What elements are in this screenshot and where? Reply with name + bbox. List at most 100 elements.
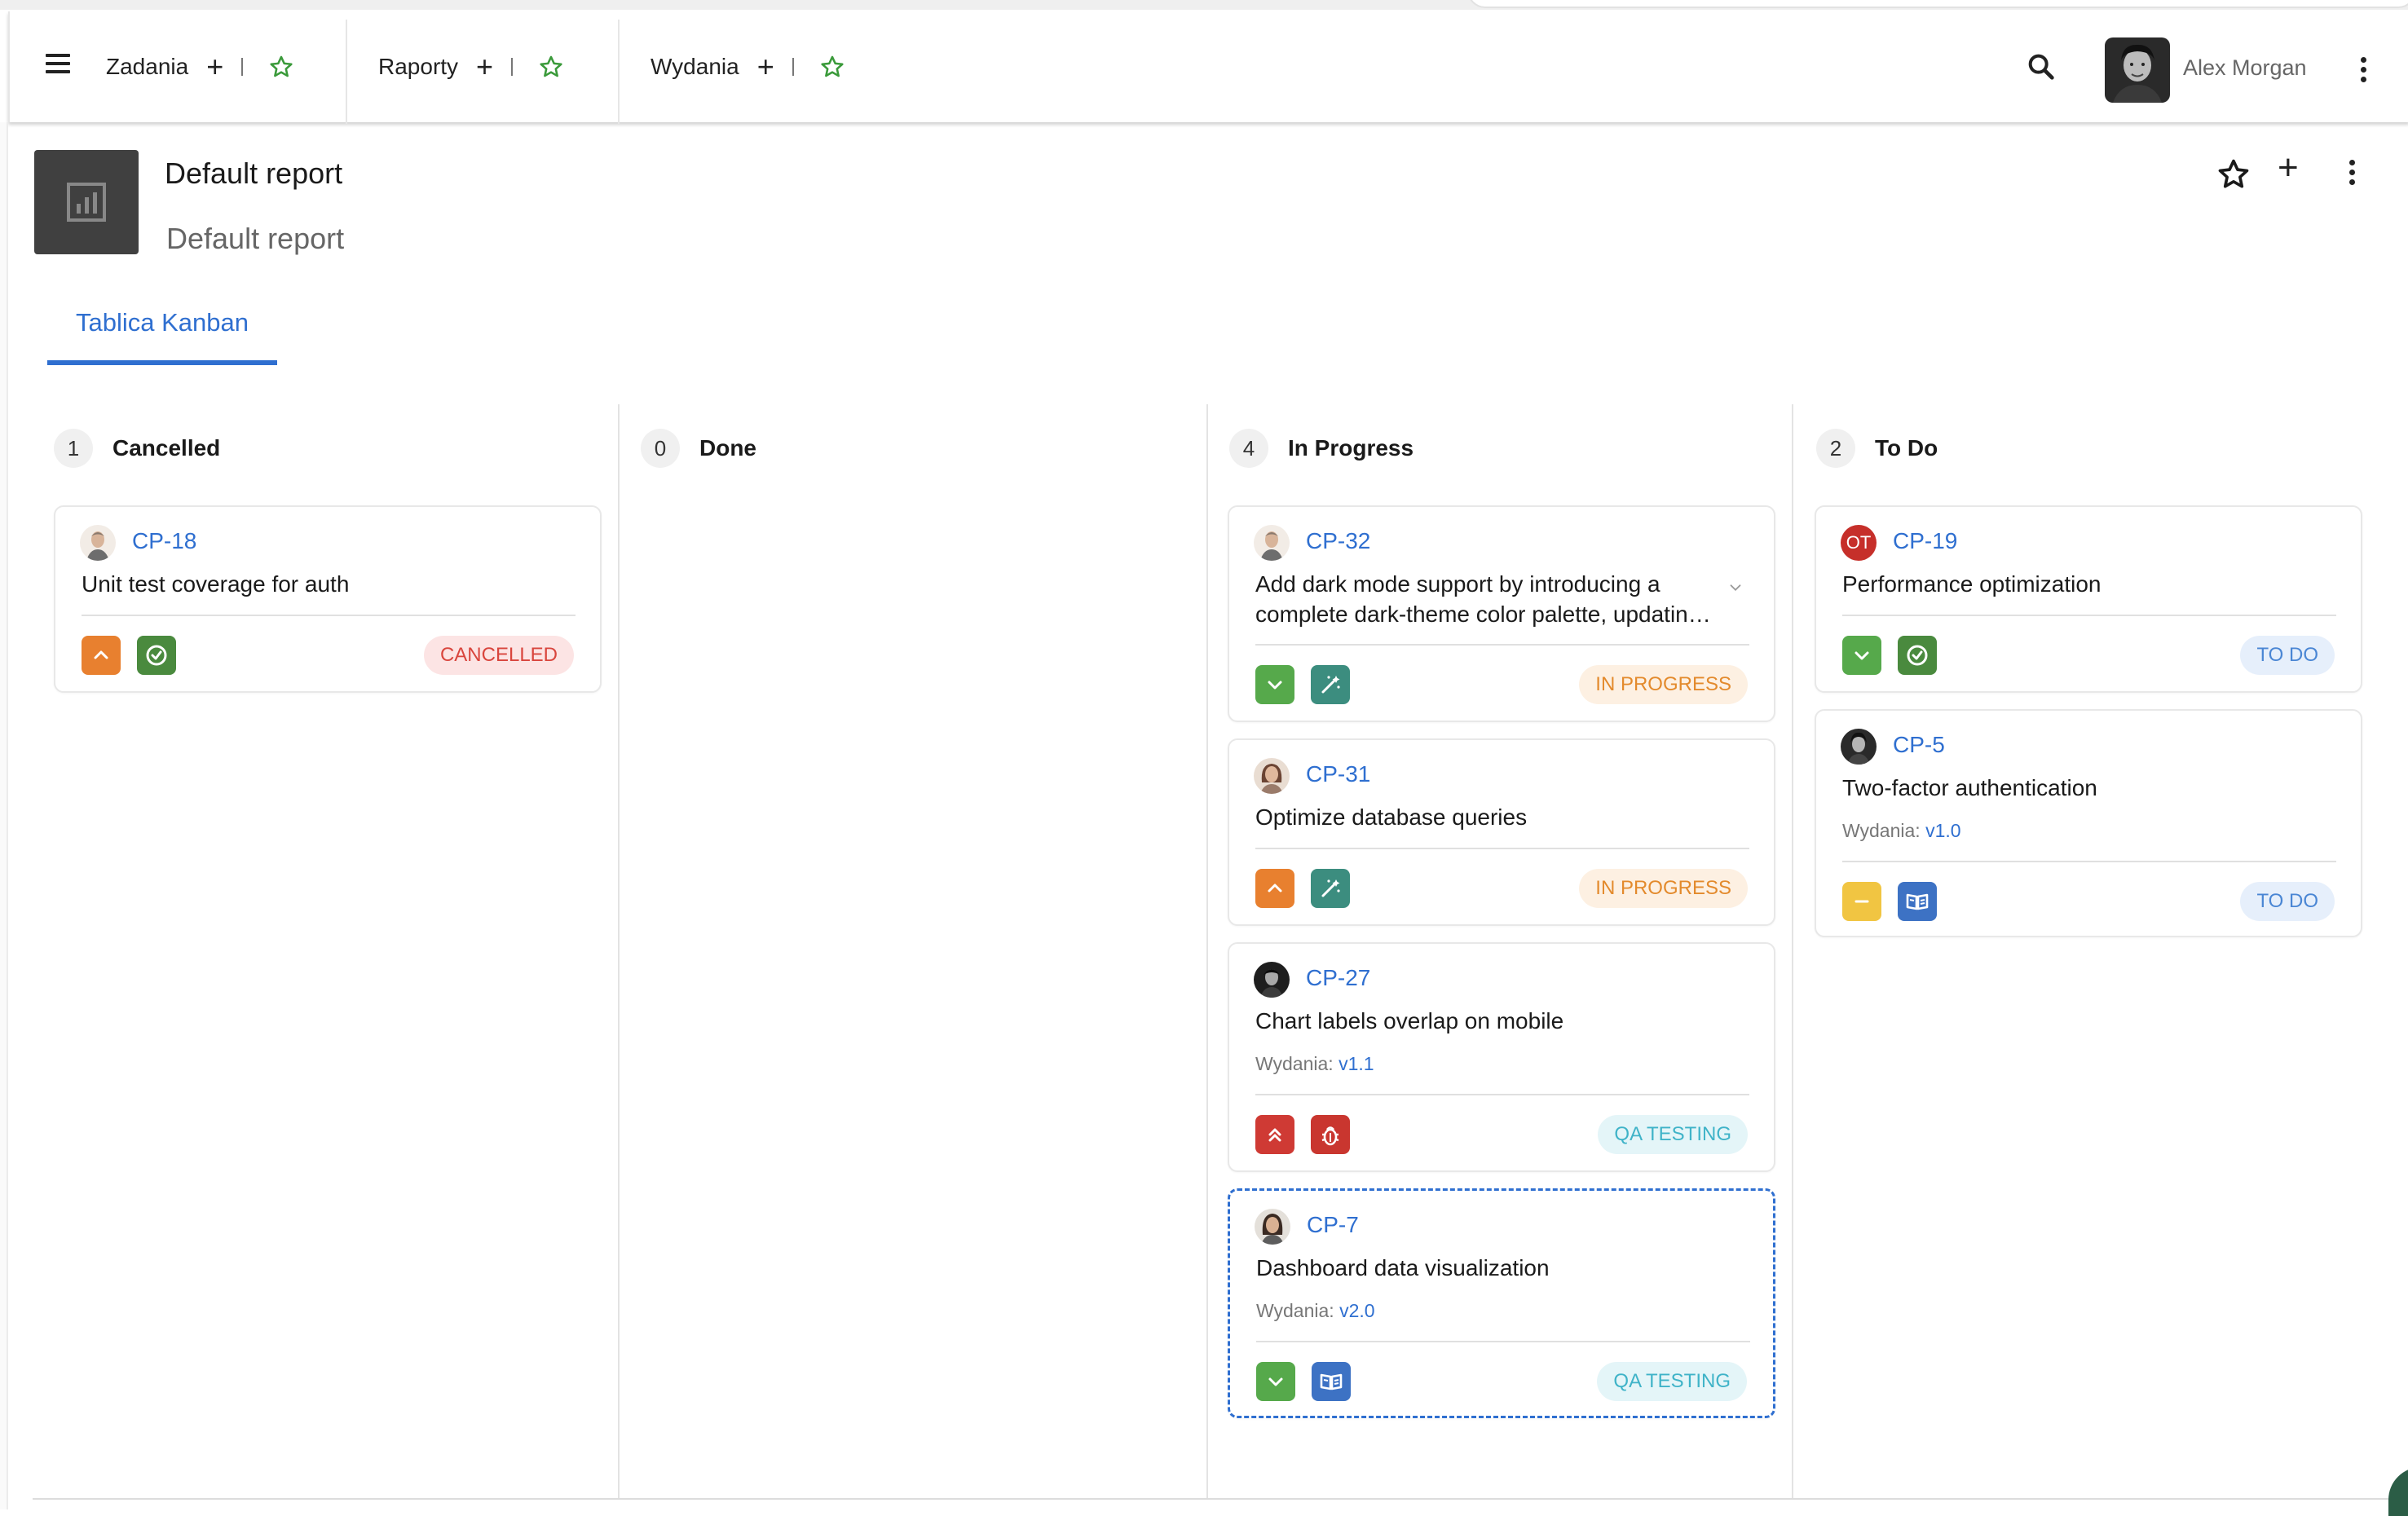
nav-wydania-star-icon[interactable]	[818, 53, 846, 81]
nav-zadania-link[interactable]: Zadania	[106, 54, 188, 80]
nav-divider	[792, 58, 794, 76]
release-label: Wydania:	[1256, 1300, 1334, 1321]
assignee-avatar	[1254, 962, 1290, 998]
status-badge: QA TESTING	[1597, 1362, 1747, 1401]
story-type-icon	[1312, 1362, 1351, 1401]
issue-key-link[interactable]: CP-18	[132, 528, 196, 554]
add-icon[interactable]: +	[2278, 150, 2299, 186]
status-badge: TO DO	[2240, 882, 2335, 921]
nav-raporty-link[interactable]: Raporty	[378, 54, 458, 80]
issue-title: Unit test coverage for auth	[82, 571, 350, 597]
assignee-avatar	[1255, 1209, 1290, 1245]
priority-high-icon	[1255, 869, 1294, 908]
issue-title: Dashboard data visualization	[1256, 1255, 1550, 1280]
search-icon[interactable]	[2025, 51, 2057, 83]
release-version: Wydania: v2.0	[1256, 1300, 1375, 1322]
card-divider	[1256, 1341, 1750, 1342]
tab-tablica-kanban[interactable]: Tablica Kanban	[47, 308, 277, 365]
column-header-to-do: 2 To Do	[1816, 429, 1938, 468]
column-count: 2	[1816, 429, 1855, 468]
status-badge: IN PROGRESS	[1579, 869, 1748, 908]
column-count: 1	[54, 429, 93, 468]
release-version-link[interactable]: v2.0	[1339, 1300, 1374, 1321]
issue-card-cp-19[interactable]: OT CP-19 Performance optimization TO DO	[1815, 505, 2362, 693]
nav-group-raporty: Raporty +	[378, 11, 565, 122]
nav-separator	[618, 20, 620, 124]
assignee-avatar	[1254, 758, 1290, 794]
nav-wydania-link[interactable]: Wydania	[651, 54, 739, 80]
app-bar: Zadania + Raporty + Wydania + Alex Morga…	[8, 11, 2408, 124]
report-menu-kebab-icon[interactable]	[2348, 160, 2356, 192]
priority-low-icon	[1255, 665, 1294, 704]
expand-chevron-icon[interactable]	[1727, 579, 1744, 597]
corner-decoration	[2388, 1467, 2408, 1516]
user-name[interactable]: Alex Morgan	[2183, 55, 2307, 81]
report-chart-icon	[34, 150, 139, 254]
tab-label: Tablica Kanban	[76, 308, 249, 337]
app-menu-kebab-icon[interactable]	[2359, 57, 2367, 90]
column-count: 0	[641, 429, 680, 468]
column-title: To Do	[1875, 435, 1938, 461]
tab-active-indicator	[47, 360, 277, 365]
priority-high-icon	[82, 636, 121, 675]
assignee-avatar	[80, 525, 116, 561]
board-bottom-border	[33, 1498, 2408, 1500]
status-badge: TO DO	[2240, 636, 2335, 675]
nav-group-zadania: Zadania +	[106, 11, 295, 122]
improvement-type-icon	[1311, 665, 1350, 704]
report-title: Default report	[165, 156, 343, 190]
nav-divider	[241, 58, 244, 76]
nav-divider	[511, 58, 514, 76]
priority-medium-icon	[1842, 882, 1881, 921]
priority-low-icon	[1256, 1362, 1295, 1401]
card-divider	[1255, 644, 1749, 646]
release-label: Wydania:	[1842, 820, 1921, 841]
column-header-done: 0 Done	[641, 429, 756, 468]
issue-card-cp-18[interactable]: CP-18 Unit test coverage for auth CANCEL…	[54, 505, 602, 693]
nav-zadania-add-icon[interactable]: +	[206, 52, 223, 82]
issue-key-link[interactable]: CP-19	[1893, 528, 1957, 554]
issue-title: Add dark mode support by introducing a c…	[1255, 571, 1711, 627]
release-label: Wydania:	[1255, 1053, 1334, 1074]
priority-low-icon	[1842, 636, 1881, 675]
favorite-star-icon[interactable]	[2216, 156, 2251, 192]
column-count: 4	[1229, 429, 1268, 468]
priority-highest-icon	[1255, 1115, 1294, 1154]
issue-key-link[interactable]: CP-31	[1306, 761, 1370, 787]
issue-card-cp-31[interactable]: CP-31 Optimize database queries IN PROGR…	[1228, 738, 1775, 926]
column-header-cancelled: 1 Cancelled	[54, 429, 220, 468]
user-avatar[interactable]	[2105, 37, 2170, 103]
story-type-icon	[1898, 882, 1937, 921]
bug-type-icon	[1311, 1115, 1350, 1154]
issue-key-link[interactable]: CP-7	[1307, 1212, 1359, 1238]
issue-key-link[interactable]: CP-32	[1306, 528, 1370, 554]
card-divider	[1842, 615, 2336, 616]
release-version-link[interactable]: v1.1	[1339, 1053, 1374, 1074]
issue-title: Optimize database queries	[1255, 804, 1528, 830]
left-edge	[0, 122, 8, 1509]
card-divider	[1842, 861, 2336, 862]
nav-wydania-add-icon[interactable]: +	[757, 52, 774, 82]
status-badge: QA TESTING	[1598, 1115, 1748, 1154]
nav-raporty-add-icon[interactable]: +	[476, 52, 493, 82]
issue-card-cp-32[interactable]: CP-32 Add dark mode support by introduci…	[1228, 505, 1775, 722]
nav-raporty-star-icon[interactable]	[537, 53, 565, 81]
browser-url-bar-edge	[1467, 0, 2408, 8]
column-divider	[1206, 404, 1208, 1500]
nav-separator	[346, 20, 347, 124]
assignee-avatar	[1841, 729, 1877, 765]
issue-card-cp-27[interactable]: CP-27 Chart labels overlap on mobile Wyd…	[1228, 942, 1775, 1172]
hamburger-menu-icon[interactable]	[41, 47, 73, 80]
issue-key-link[interactable]: CP-27	[1306, 965, 1370, 991]
improvement-type-icon	[1311, 869, 1350, 908]
card-divider	[82, 615, 576, 616]
issue-card-cp-7[interactable]: CP-7 Dashboard data visualization Wydani…	[1228, 1188, 1775, 1418]
release-version-link[interactable]: v1.0	[1925, 820, 1960, 841]
column-title: Done	[699, 435, 756, 461]
issue-key-link[interactable]: CP-5	[1893, 732, 1945, 758]
issue-card-cp-5[interactable]: CP-5 Two-factor authentication Wydania: …	[1815, 709, 2362, 937]
nav-zadania-star-icon[interactable]	[267, 53, 295, 81]
task-type-icon	[137, 636, 176, 675]
column-divider	[618, 404, 620, 1500]
assignee-avatar	[1254, 525, 1290, 561]
